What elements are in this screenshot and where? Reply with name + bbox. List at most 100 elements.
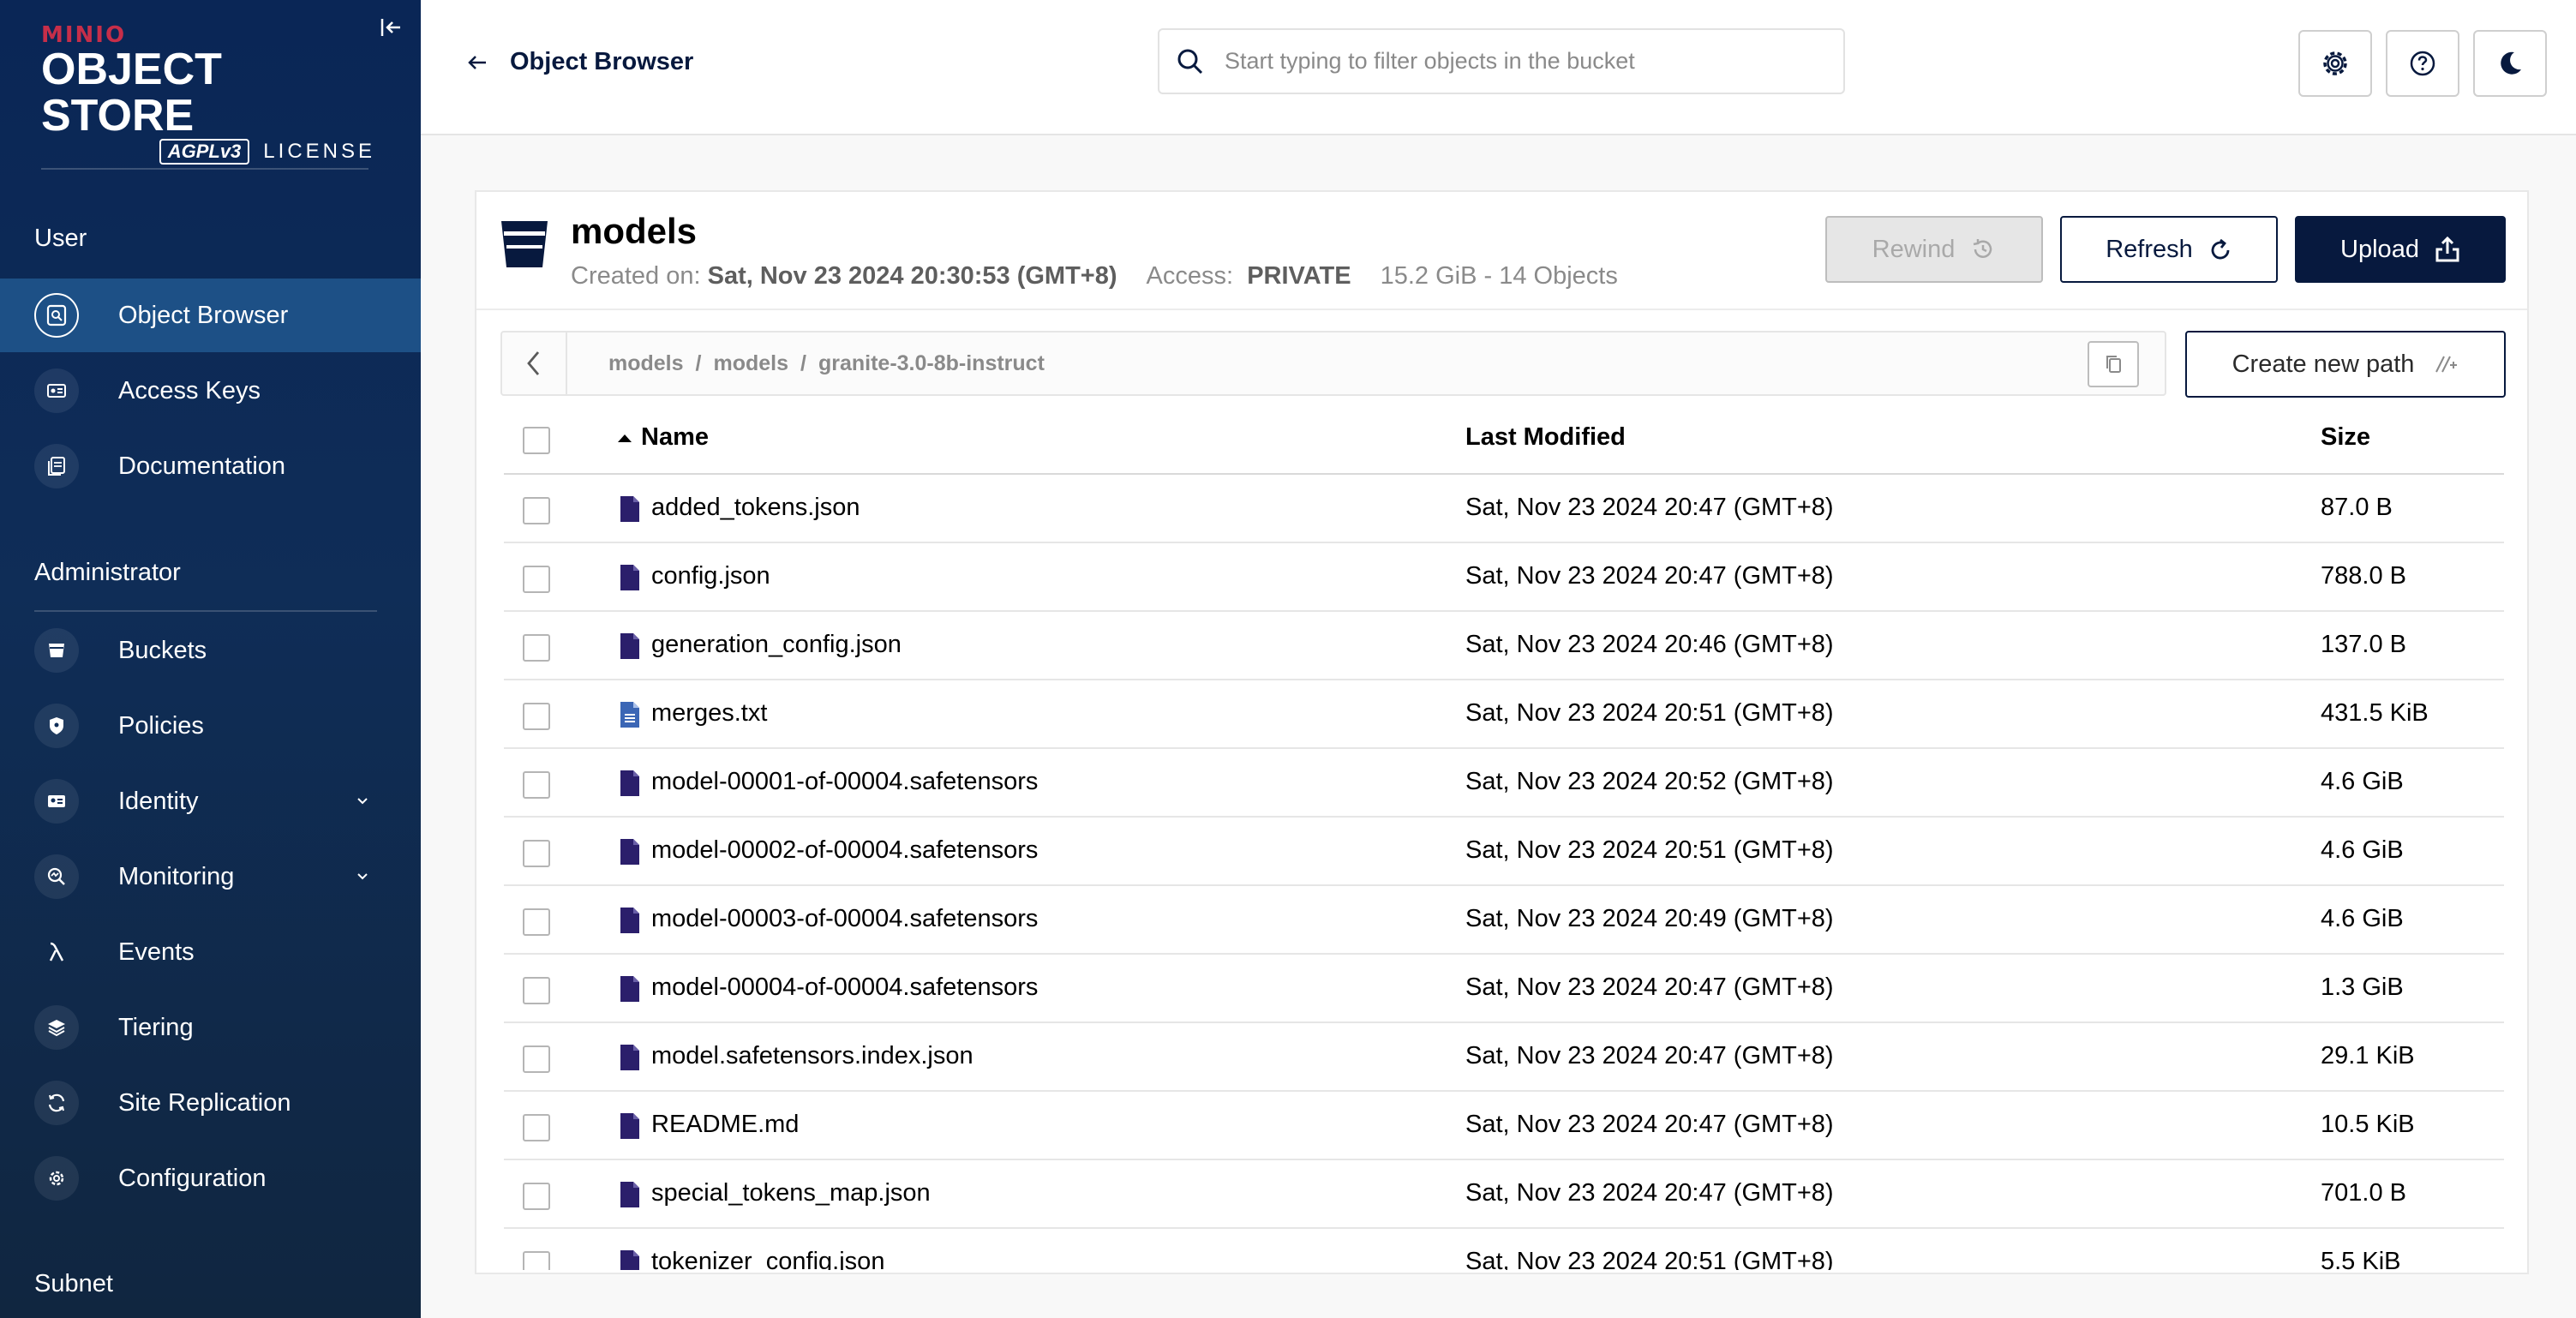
object-last-modified: Sat, Nov 23 2024 20:47 (GMT+8)	[1465, 1042, 1834, 1069]
object-name[interactable]: model-00004-of-00004.safetensors	[651, 974, 1038, 1002]
bucket-name: models	[571, 211, 698, 251]
object-last-modified: Sat, Nov 23 2024 20:51 (GMT+8)	[1465, 836, 1834, 864]
sort-ascending-icon[interactable]	[615, 432, 634, 446]
object-name[interactable]: tokenizer_config.json	[651, 1248, 884, 1270]
table-row[interactable]: README.md Sat, Nov 23 2024 20:47 (GMT+8) 1…	[504, 1092, 2504, 1160]
copy-path-button[interactable]	[2088, 341, 2139, 387]
collapse-sidebar-icon[interactable]	[377, 14, 404, 41]
row-checkbox[interactable]	[523, 497, 550, 524]
sidebar-item-documentation[interactable]: Documentation	[0, 429, 421, 503]
row-checkbox[interactable]	[523, 1251, 550, 1270]
breadcrumb-back-button[interactable]	[502, 332, 567, 394]
column-header-name[interactable]: Name	[641, 423, 709, 452]
table-row[interactable]: model-00001-of-00004.safetensors Sat, Nov…	[504, 749, 2504, 818]
sidebar-item-label: Identity	[118, 787, 199, 815]
object-name[interactable]: model-00001-of-00004.safetensors	[651, 768, 1038, 796]
row-checkbox[interactable]	[523, 771, 550, 799]
table-row[interactable]: config.json Sat, Nov 23 2024 20:47 (GMT+8…	[504, 543, 2504, 612]
object-size: 788.0 B	[2321, 562, 2406, 590]
object-name[interactable]: model.safetensors.index.json	[651, 1042, 973, 1070]
row-checkbox[interactable]	[523, 566, 550, 593]
gear-icon	[2323, 51, 2347, 75]
object-size: 431.5 KiB	[2321, 699, 2429, 727]
object-size: 4.6 GiB	[2321, 905, 2404, 932]
file-icon	[620, 839, 639, 865]
sidebar-item-events[interactable]: Events	[0, 915, 421, 989]
agpl-badge: AGPLv3	[159, 139, 250, 165]
table-row[interactable]: model-00004-of-00004.safetensors Sat, Nov…	[504, 955, 2504, 1023]
chevron-down-icon[interactable]	[352, 790, 373, 811]
text-file-icon	[620, 702, 639, 728]
search-input[interactable]	[1225, 48, 1824, 75]
sidebar-item-identity[interactable]: Identity	[0, 764, 421, 838]
file-icon	[620, 1113, 639, 1139]
history-icon	[1974, 239, 1992, 258]
object-name[interactable]: merges.txt	[651, 699, 767, 728]
object-last-modified: Sat, Nov 23 2024 20:51 (GMT+8)	[1465, 699, 1834, 727]
breadcrumb-item[interactable]: granite-3.0-8b-instruct	[818, 351, 1045, 376]
sidebar-item-policies[interactable]: Policies	[0, 689, 421, 763]
column-header-size[interactable]: Size	[2321, 423, 2370, 452]
search-icon	[1177, 49, 1203, 74]
object-name[interactable]: generation_config.json	[651, 631, 902, 659]
object-name[interactable]: special_tokens_map.json	[651, 1179, 931, 1207]
sidebar-item-site-replication[interactable]: Site Replication	[0, 1066, 421, 1140]
sidebar-item-object-browser[interactable]: Object Browser	[0, 279, 421, 352]
object-last-modified: Sat, Nov 23 2024 20:51 (GMT+8)	[1465, 1248, 1834, 1270]
object-name[interactable]: config.json	[651, 562, 770, 590]
upload-button[interactable]: Upload	[2295, 216, 2506, 283]
row-checkbox[interactable]	[523, 703, 550, 730]
tiering-icon	[34, 1005, 79, 1050]
object-name[interactable]: added_tokens.json	[651, 494, 860, 522]
file-icon	[620, 908, 639, 933]
breadcrumb-item[interactable]: models	[713, 351, 788, 376]
object-name[interactable]: model-00002-of-00004.safetensors	[651, 836, 1038, 865]
sidebar-divider	[41, 168, 368, 170]
row-checkbox[interactable]	[523, 634, 550, 662]
sidebar-item-tiering[interactable]: Tiering	[0, 991, 421, 1064]
select-all-checkbox[interactable]	[523, 427, 550, 454]
policies-icon	[34, 704, 79, 748]
table-row[interactable]: added_tokens.json Sat, Nov 23 2024 20:47 …	[504, 475, 2504, 543]
sidebar-item-label: Policies	[118, 711, 204, 740]
sidebar-item-access-keys[interactable]: Access Keys	[0, 354, 421, 428]
table-row[interactable]: merges.txt Sat, Nov 23 2024 20:51 (GMT+8)…	[504, 680, 2504, 749]
row-checkbox[interactable]	[523, 840, 550, 867]
sidebar-item-buckets[interactable]: Buckets	[0, 614, 421, 687]
back-to-object-browser[interactable]: Object Browser	[467, 48, 693, 76]
settings-button[interactable]	[2298, 30, 2372, 97]
row-checkbox[interactable]	[523, 1114, 550, 1141]
object-name[interactable]: model-00003-of-00004.safetensors	[651, 905, 1038, 933]
sidebar-item-label: Object Browser	[118, 301, 289, 329]
help-icon	[2410, 51, 2435, 76]
object-last-modified: Sat, Nov 23 2024 20:46 (GMT+8)	[1465, 631, 1834, 658]
object-size: 4.6 GiB	[2321, 836, 2404, 864]
object-last-modified: Sat, Nov 23 2024 20:47 (GMT+8)	[1465, 562, 1834, 590]
rewind-button[interactable]: Rewind	[1825, 216, 2043, 283]
row-checkbox[interactable]	[523, 1045, 550, 1073]
table-row[interactable]: model-00003-of-00004.safetensors Sat, Nov…	[504, 886, 2504, 955]
help-button[interactable]	[2386, 30, 2459, 97]
object-size: 4.6 GiB	[2321, 768, 2404, 795]
theme-toggle-button[interactable]	[2473, 30, 2547, 97]
object-name[interactable]: README.md	[651, 1111, 799, 1139]
chevron-down-icon[interactable]	[352, 866, 373, 886]
row-checkbox[interactable]	[523, 977, 550, 1004]
create-new-path-button[interactable]: Create new path	[2185, 331, 2506, 398]
created-label: Created on:	[571, 262, 701, 290]
table-row[interactable]: model.safetensors.index.json Sat, Nov 23 …	[504, 1023, 2504, 1092]
table-row[interactable]: generation_config.json Sat, Nov 23 2024 2…	[504, 612, 2504, 680]
row-checkbox[interactable]	[523, 908, 550, 936]
breadcrumb-item[interactable]: models	[608, 351, 684, 376]
table-row[interactable]: tokenizer_config.json Sat, Nov 23 2024 20…	[504, 1229, 2504, 1270]
logo-product: OBJECT STORE	[41, 45, 222, 141]
sidebar-item-monitoring[interactable]: Monitoring	[0, 840, 421, 914]
refresh-button[interactable]: Refresh	[2060, 216, 2278, 283]
row-checkbox[interactable]	[523, 1183, 550, 1210]
column-header-last-modified[interactable]: Last Modified	[1465, 423, 1626, 452]
top-header: Object Browser	[421, 0, 2576, 135]
file-icon	[620, 496, 639, 522]
table-row[interactable]: special_tokens_map.json Sat, Nov 23 2024 …	[504, 1160, 2504, 1229]
table-row[interactable]: model-00002-of-00004.safetensors Sat, Nov…	[504, 818, 2504, 886]
sidebar-item-configuration[interactable]: Configuration	[0, 1141, 421, 1215]
